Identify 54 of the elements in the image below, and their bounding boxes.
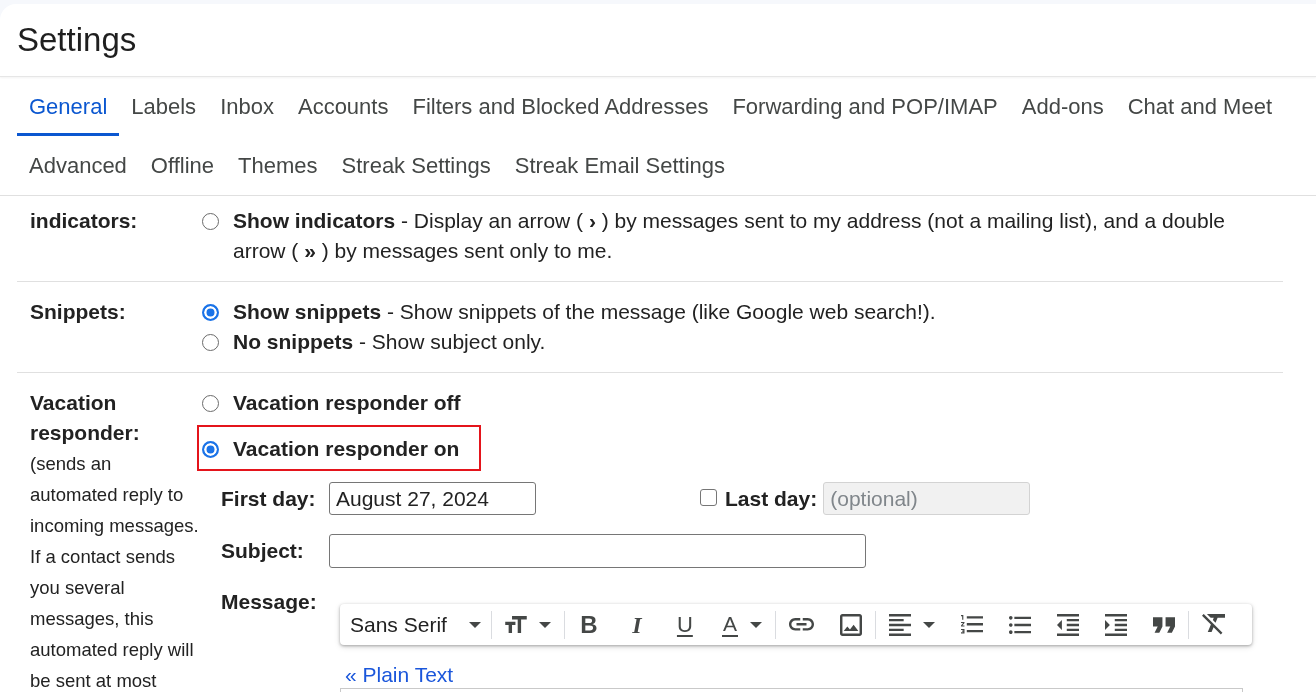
radio-button[interactable] xyxy=(202,212,219,230)
settings-tab[interactable]: Themes xyxy=(226,136,330,195)
caret-icon xyxy=(538,621,551,628)
bold-button[interactable]: B xyxy=(564,608,613,641)
radio-label[interactable]: Vacation responder on xyxy=(233,434,460,464)
text-size-icon xyxy=(504,616,527,633)
field-label: First day: xyxy=(221,485,317,512)
field-label: Message: xyxy=(221,589,318,615)
radio-button[interactable] xyxy=(202,303,219,321)
italic-button[interactable]: I xyxy=(612,608,661,641)
settings-tab[interactable]: Forwarding and POP/IMAP xyxy=(720,77,1010,136)
remove-formatting-icon xyxy=(1201,614,1225,635)
text-color-button[interactable]: A xyxy=(708,608,775,641)
settings-tab[interactable]: Streak Email Settings xyxy=(502,136,738,195)
bulleted-list-icon xyxy=(1008,615,1031,634)
radio-label[interactable]: No snippets - Show subject only. xyxy=(233,327,546,357)
font-dropdown[interactable]: Sans Serif xyxy=(340,608,491,641)
link-icon xyxy=(788,618,814,631)
settings-tab[interactable]: Add-ons xyxy=(1009,77,1116,136)
date-field[interactable]: August 27, 2024 xyxy=(329,482,536,515)
caret-icon xyxy=(468,621,481,628)
settings-tab[interactable]: Inbox xyxy=(208,77,286,136)
indent-more-icon xyxy=(1104,613,1127,636)
radio-button[interactable] xyxy=(202,440,219,458)
setting-label: indicators: xyxy=(30,208,138,234)
radio-label[interactable]: Show indicators - Display an arrow ( › ) by messages sent to my address (not a mailing list), and a double arrow ( » ) by messages sent only to me. xyxy=(233,206,1253,266)
setting-label: Vacation responder: xyxy=(30,390,141,446)
radio-label[interactable]: Show snippets - Show snippets of the message (like Google web search!). xyxy=(233,297,936,327)
quote-icon xyxy=(1152,616,1175,633)
settings-tab[interactable]: Labels xyxy=(119,77,209,136)
settings-tab[interactable]: Advanced xyxy=(17,136,139,195)
message-field[interactable] xyxy=(340,688,1243,692)
caret-icon xyxy=(922,621,935,628)
setting-label: Snippets: xyxy=(30,299,126,325)
settings-tab[interactable]: Streak Settings xyxy=(329,136,503,195)
settings-tab[interactable]: Accounts xyxy=(285,77,401,136)
settings-tab[interactable]: Offline xyxy=(138,136,227,195)
settings-title: Settings xyxy=(17,21,137,59)
setting-description: (sends an automated reply to incoming messages. If a contact sends you several messages, this automated reply will be sent at most xyxy=(30,452,200,693)
align-left-icon xyxy=(888,613,911,636)
caret-icon xyxy=(749,621,762,628)
subject-field[interactable] xyxy=(329,534,866,568)
radio-label[interactable]: Vacation responder off xyxy=(233,388,461,418)
underline-button[interactable]: U xyxy=(660,608,709,641)
plain-text-link[interactable]: « Plain Text xyxy=(345,662,454,688)
field-label: Subject: xyxy=(221,538,305,564)
settings-tab[interactable]: Filters and Blocked Addresses xyxy=(400,77,721,136)
indent-less-icon xyxy=(1056,613,1079,636)
radio-button[interactable] xyxy=(202,333,219,351)
settings-tab[interactable]: Chat and Meet xyxy=(1115,77,1284,136)
image-icon xyxy=(839,613,862,636)
settings-tab[interactable]: General xyxy=(17,77,120,136)
numbered-list-icon xyxy=(960,615,983,634)
radio-button[interactable] xyxy=(202,394,219,412)
